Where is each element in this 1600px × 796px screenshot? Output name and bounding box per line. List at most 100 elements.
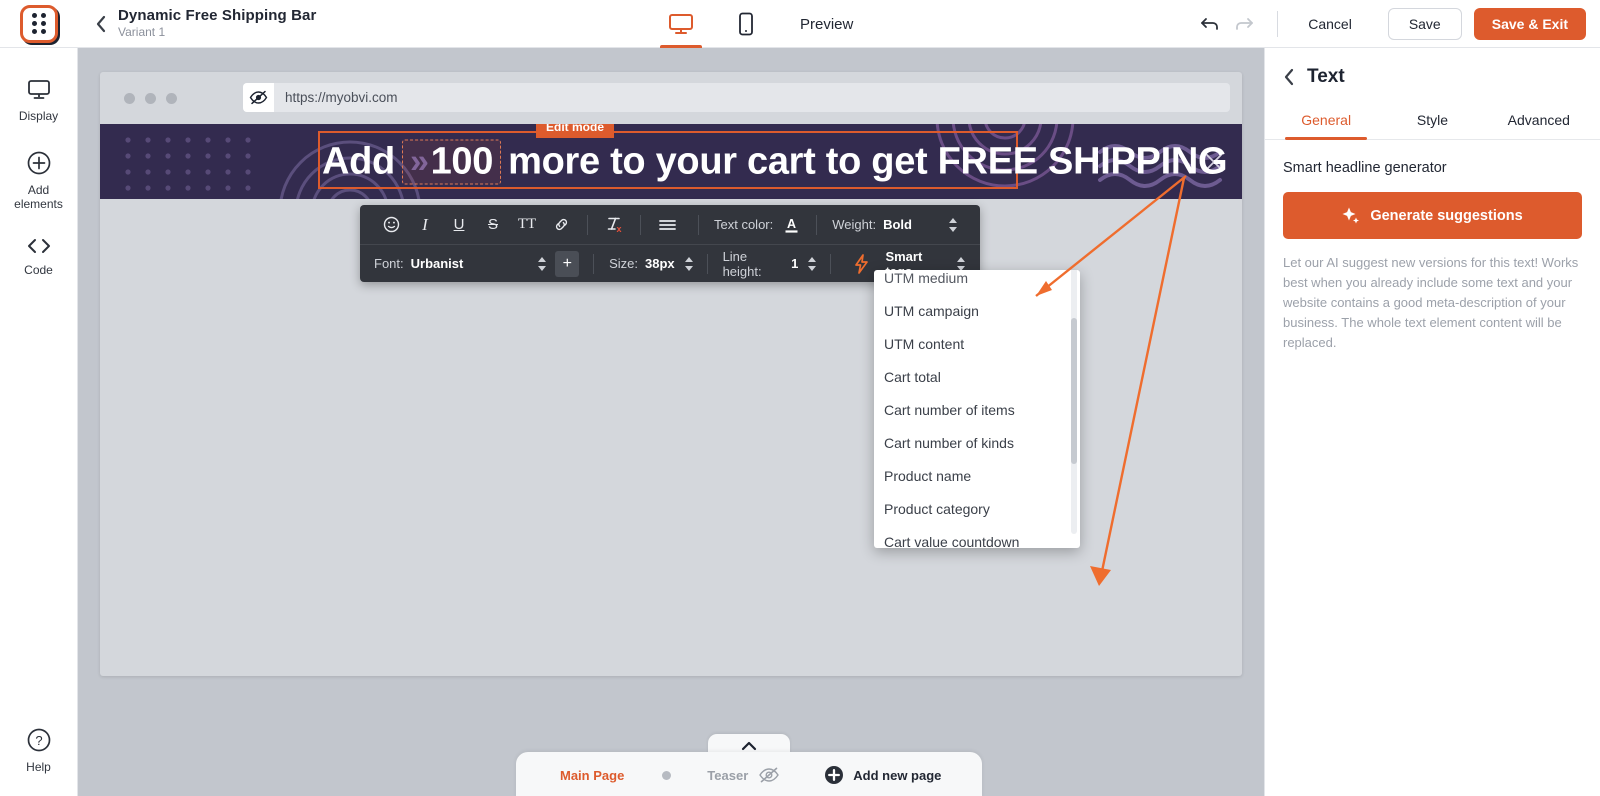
top-header: Dynamic Free Shipping Bar Variant 1 Prev… xyxy=(0,0,1600,48)
svg-text:?: ? xyxy=(35,733,42,748)
page-tabs-bar: Main Page Teaser Add n xyxy=(516,734,982,796)
page-tab-teaser-label: Teaser xyxy=(707,768,748,783)
size-stepper[interactable] xyxy=(684,256,694,272)
header-divider xyxy=(1277,11,1278,37)
italic-icon[interactable]: I xyxy=(408,210,442,240)
smart-tag-option-utm-campaign[interactable]: UTM campaign xyxy=(874,295,1080,328)
panel-back-button[interactable] xyxy=(1283,68,1295,86)
uppercase-icon[interactable]: TT xyxy=(510,210,544,240)
panel-title: Text xyxy=(1307,66,1345,88)
align-icon[interactable] xyxy=(650,210,684,240)
rail-item-help[interactable]: ? Help xyxy=(0,709,78,796)
smart-tag-option-product-category[interactable]: Product category xyxy=(874,493,1080,526)
smart-tag-option-utm-medium[interactable]: UTM medium xyxy=(874,270,1080,295)
tab-advanced[interactable]: Advanced xyxy=(1486,104,1592,139)
smart-tag-option-cart-number-of-items[interactable]: Cart number of items xyxy=(874,394,1080,427)
editor-canvas: https://myobvi.com xyxy=(78,48,1264,796)
size-value: 38px xyxy=(645,256,675,271)
dropdown-scrollbar-thumb[interactable] xyxy=(1071,318,1077,464)
page-separator-dot xyxy=(662,771,671,780)
toolbar-divider-4 xyxy=(816,215,817,235)
save-and-exit-button[interactable]: Save & Exit xyxy=(1474,8,1586,40)
toolbar2-divider-1 xyxy=(593,254,594,274)
code-brackets-icon xyxy=(25,236,53,256)
smart-tag-option-cart-value-countdown[interactable]: Cart value countdown xyxy=(874,526,1080,548)
weight-label: Weight: xyxy=(832,217,876,232)
eye-slash-icon xyxy=(243,83,274,112)
add-new-page-label: Add new page xyxy=(853,768,941,783)
toolbar2-divider-3 xyxy=(830,254,831,274)
app-grid-logo-icon xyxy=(20,5,58,43)
save-button[interactable]: Save xyxy=(1388,8,1462,40)
panel-tab-strip: General Style Advanced xyxy=(1265,104,1600,140)
font-stepper[interactable] xyxy=(537,256,547,272)
cancel-button[interactable]: Cancel xyxy=(1294,8,1366,40)
add-new-page-button[interactable]: Add new page xyxy=(824,765,941,785)
smart-tag-option-utm-content[interactable]: UTM content xyxy=(874,328,1080,361)
campaign-title-block: Dynamic Free Shipping Bar Variant 1 xyxy=(118,7,316,40)
toolbar-divider-3 xyxy=(698,215,699,235)
line-height-stepper[interactable] xyxy=(807,256,817,272)
svg-text:x: x xyxy=(616,224,621,234)
url-bar[interactable]: https://myobvi.com xyxy=(243,83,1230,112)
emoji-icon[interactable] xyxy=(374,210,408,240)
sparkle-icon xyxy=(1342,207,1360,225)
back-button[interactable] xyxy=(90,15,112,33)
plus-circle-icon xyxy=(26,150,52,176)
mobile-phone-icon xyxy=(738,12,754,36)
rail-item-add-elements[interactable]: Add elements xyxy=(0,123,78,211)
line-height-value: 1 xyxy=(791,256,798,271)
font-color-a-icon[interactable]: A xyxy=(780,210,802,240)
mobile-view-button[interactable] xyxy=(730,0,762,48)
generator-help-text: Let our AI suggest new versions for this… xyxy=(1283,253,1582,353)
page-tabs-container: Main Page Teaser Add n xyxy=(516,752,982,796)
chevron-left-icon xyxy=(1283,68,1295,86)
edit-mode-badge: Edit mode xyxy=(536,124,614,138)
right-properties-panel: Text General Style Advanced Smart headli… xyxy=(1264,48,1600,796)
smart-tag-option-cart-number-of-kinds[interactable]: Cart number of kinds xyxy=(874,427,1080,460)
undo-button[interactable] xyxy=(1193,7,1227,41)
chevron-up-icon xyxy=(741,741,757,751)
rail-label-code: Code xyxy=(24,263,53,277)
left-rail: Display Add elements Code ? Help xyxy=(0,48,78,796)
rail-item-display[interactable]: Display xyxy=(0,48,78,123)
chevron-left-icon xyxy=(95,15,107,33)
link-icon[interactable] xyxy=(544,210,578,240)
add-font-button[interactable]: + xyxy=(555,251,579,277)
generate-suggestions-button[interactable]: Generate suggestions xyxy=(1283,192,1582,239)
traffic-light-dots xyxy=(124,93,177,104)
panel-body: Smart headline generator Generate sugges… xyxy=(1265,140,1600,353)
line-height-label: Line height: xyxy=(723,249,785,279)
format-toolbar-row-1: I U S TT x xyxy=(360,205,980,244)
chevron-double-right-icon: » xyxy=(410,144,429,178)
panel-header: Text xyxy=(1265,48,1600,88)
app-root: Dynamic Free Shipping Bar Variant 1 Prev… xyxy=(0,0,1600,796)
lightning-bolt-icon[interactable] xyxy=(846,249,877,279)
smart-tag-option-product-name[interactable]: Product name xyxy=(874,460,1080,493)
dropdown-scrollbar[interactable] xyxy=(1071,270,1077,534)
clear-formatting-icon[interactable]: x xyxy=(597,210,631,240)
app-logo[interactable] xyxy=(0,0,78,48)
tab-style[interactable]: Style xyxy=(1379,104,1485,139)
svg-text:A: A xyxy=(787,217,796,231)
page-tab-teaser[interactable]: Teaser xyxy=(707,767,780,783)
preview-button[interactable]: Preview xyxy=(800,16,853,33)
weight-stepper[interactable] xyxy=(948,217,958,233)
eye-slash-icon xyxy=(758,767,780,783)
desktop-view-button[interactable] xyxy=(660,0,702,48)
tab-general[interactable]: General xyxy=(1273,104,1379,139)
redo-button[interactable] xyxy=(1227,7,1261,41)
smart-tag-chip[interactable]: » 100 xyxy=(402,139,501,184)
banner-headline[interactable]: Add » 100 more to your cart to get FREE … xyxy=(322,139,1227,184)
smart-tag-option-cart-total[interactable]: Cart total xyxy=(874,361,1080,394)
rail-label-help: Help xyxy=(26,760,51,774)
rail-item-code[interactable]: Code xyxy=(0,211,78,277)
underline-icon[interactable]: U xyxy=(442,210,476,240)
page-tab-main-page[interactable]: Main Page xyxy=(560,768,624,783)
headline-suffix: more to your cart to get FREE SHIPPING xyxy=(508,143,1227,181)
strikethrough-icon[interactable]: S xyxy=(476,210,510,240)
generate-suggestions-label: Generate suggestions xyxy=(1370,208,1522,224)
smart-tags-dropdown[interactable]: UTM medium UTM campaign UTM content Cart… xyxy=(874,270,1080,548)
toolbar-divider-2 xyxy=(640,215,641,235)
url-text: https://myobvi.com xyxy=(285,90,398,105)
